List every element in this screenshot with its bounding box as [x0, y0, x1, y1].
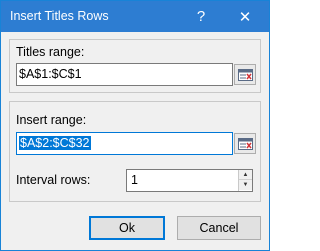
insert-range-value: $A$2:$C$32: [19, 136, 91, 150]
insert-range-input[interactable]: $A$2:$C$32: [16, 132, 233, 155]
range-select-icon: [238, 138, 253, 150]
interval-rows-label: Interval rows:: [16, 173, 91, 187]
insert-range-select-button[interactable]: [234, 133, 256, 154]
spin-up-button[interactable]: ▲: [239, 170, 252, 180]
insert-range-group: Insert range: $A$2:$C$32 Interval rows: …: [9, 101, 261, 202]
close-icon: ✕: [238, 8, 252, 26]
stepper-buttons: ▲ ▼: [238, 170, 252, 191]
close-button[interactable]: ✕: [225, 1, 265, 32]
cancel-button[interactable]: Cancel: [177, 216, 261, 240]
chevron-up-icon: ▲: [242, 171, 249, 178]
titles-range-group: Titles range: $A$1:$C$1: [9, 39, 261, 93]
ok-button[interactable]: Ok: [89, 216, 165, 240]
range-select-icon: [238, 69, 253, 81]
titles-range-label: Titles range:: [16, 45, 85, 59]
insert-range-label: Insert range:: [16, 113, 87, 127]
titles-range-select-button[interactable]: [234, 64, 256, 85]
interval-rows-value: 1: [131, 173, 138, 187]
dialog-title: Insert Titles Rows: [10, 9, 109, 23]
help-button[interactable]: ?: [181, 1, 221, 32]
help-icon: ?: [196, 8, 206, 25]
dialog-window: Insert Titles Rows ? ✕ Titles range: $A$…: [0, 0, 270, 251]
spin-down-button[interactable]: ▼: [239, 180, 252, 190]
title-bar[interactable]: Insert Titles Rows ? ✕: [1, 1, 269, 32]
chevron-down-icon: ▼: [242, 182, 249, 188]
interval-rows-stepper[interactable]: 1 ▲ ▼: [126, 169, 253, 192]
titles-range-input[interactable]: $A$1:$C$1: [16, 63, 233, 86]
